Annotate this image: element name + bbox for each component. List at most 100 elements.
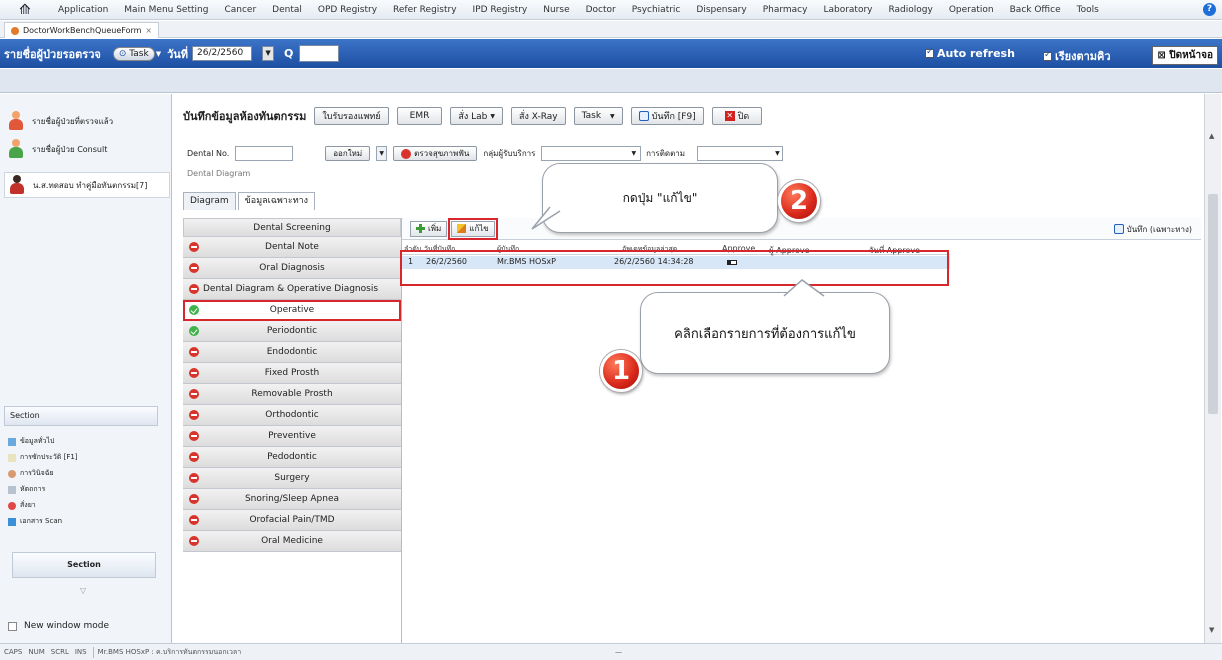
new-window-toggle[interactable]: New window mode xyxy=(8,621,109,631)
menu-opd-registry[interactable]: OPD Registry xyxy=(310,5,385,15)
screen-item-oral-medicine[interactable]: Oral Medicine xyxy=(183,531,401,552)
screen-item-dental-note[interactable]: Dental Note xyxy=(183,237,401,258)
status-incomplete-icon xyxy=(189,284,199,294)
queue-title: รายชื่อผู้ป่วยรอตรวจ xyxy=(4,47,101,61)
close-screen-button[interactable]: ⊠ ปิดหน้าจอ xyxy=(1152,46,1218,65)
queue-search-input[interactable] xyxy=(299,45,340,62)
chevron-down-icon[interactable]: ▼ xyxy=(631,150,636,157)
section-button[interactable]: Section xyxy=(12,552,156,578)
screen-item-endodontic[interactable]: Endodontic xyxy=(183,342,401,363)
menu-main-menu-setting[interactable]: Main Menu Setting xyxy=(116,5,216,15)
date-dropdown-icon[interactable]: ▼ xyxy=(262,46,275,61)
save-icon xyxy=(638,111,649,121)
screen-item-preventive[interactable]: Preventive xyxy=(183,426,401,447)
new-number-dropdown-icon[interactable]: ▼ xyxy=(376,146,388,161)
edit-icon xyxy=(457,224,467,233)
medical-certificate-button[interactable]: ใบรับรองแพทย์ xyxy=(314,107,389,125)
scroll-up-icon[interactable]: ▲ xyxy=(1209,132,1214,140)
sub-toolbar xyxy=(0,69,1222,93)
save-specific-button[interactable]: บันทึก (เฉพาะทาง) xyxy=(1109,221,1197,237)
emr-button[interactable]: EMR xyxy=(396,107,443,125)
menu-bar: ⟰ Application Main Menu Setting Cancer D… xyxy=(0,0,1222,20)
menu-refer-registry[interactable]: Refer Registry xyxy=(385,5,465,15)
left-item-current-patient[interactable]: น.ส.ทดสอบ ทำคู่มือทันตกรรม[7] xyxy=(4,172,170,198)
help-icon[interactable]: ? xyxy=(1203,3,1216,16)
screen-item-operative[interactable]: Operative xyxy=(183,300,401,321)
menu-dispensary[interactable]: Dispensary xyxy=(688,5,754,15)
doc-icon xyxy=(8,437,16,446)
followup-select[interactable] xyxy=(697,146,784,161)
order-lab-button[interactable]: สั่ง Lab ▼ xyxy=(450,107,503,125)
screen-item-surgery[interactable]: Surgery xyxy=(183,468,401,489)
auto-refresh-toggle[interactable]: Auto refresh xyxy=(925,47,1015,60)
screen-item-oral-diagnosis[interactable]: Oral Diagnosis xyxy=(183,258,401,279)
menu-dental[interactable]: Dental xyxy=(264,5,310,15)
menu-application[interactable]: Application xyxy=(50,5,116,15)
vertical-scrollbar[interactable]: ▲ ▼ xyxy=(1204,94,1221,643)
sort-queue-toggle[interactable]: เรียงตามคิว xyxy=(1043,47,1111,65)
scan-icon xyxy=(8,517,16,526)
add-button[interactable]: เพิ่ม xyxy=(410,220,448,237)
screen-item-removable-prosth[interactable]: Removable Prosth xyxy=(183,384,401,405)
tab-doctor-workbench[interactable]: DoctorWorkBenchQueueForm × xyxy=(4,22,160,38)
menu-back-office[interactable]: Back Office xyxy=(1002,5,1069,15)
screen-item-snoring[interactable]: Snoring/Sleep Apnea xyxy=(183,489,401,510)
screen-item-periodontic[interactable]: Periodontic xyxy=(183,321,401,342)
menu-doctor[interactable]: Doctor xyxy=(578,5,624,15)
section-item-diagnosis[interactable]: การวินิจฉัย xyxy=(8,468,54,479)
sort-queue-checkbox[interactable] xyxy=(1043,50,1052,61)
tab-diagram[interactable]: Diagram xyxy=(183,192,236,210)
auto-refresh-checkbox[interactable] xyxy=(925,47,934,58)
tab-specific-info[interactable]: ข้อมูลเฉพาะทาง xyxy=(237,192,316,210)
status-extra: — xyxy=(615,648,622,656)
chevron-down-icon: ▼ xyxy=(610,112,615,120)
oral-health-check-button[interactable]: ตรวจสุขภาพฟัน xyxy=(393,146,478,161)
status-incomplete-icon xyxy=(189,515,199,525)
status-incomplete-icon xyxy=(189,452,199,462)
female-patient-icon xyxy=(9,175,25,195)
new-number-button[interactable]: ออกใหม่ xyxy=(325,146,371,161)
section-item-history[interactable]: การซักประวัติ [F1] xyxy=(8,452,78,463)
edit-button[interactable]: แก้ไข xyxy=(448,217,498,240)
section-item-medication[interactable]: สั่งยา xyxy=(8,500,36,511)
order-xray-button[interactable]: สั่ง X-Ray xyxy=(510,107,566,125)
status-incomplete-icon xyxy=(189,347,199,357)
menu-pharmacy[interactable]: Pharmacy xyxy=(755,5,816,15)
left-item-examined-patients[interactable]: รายชื่อผู้ป่วยที่ตรวจแล้ว xyxy=(8,108,166,134)
save-button[interactable]: บันทึก [F9] xyxy=(630,107,704,125)
screen-item-fixed-prosth[interactable]: Fixed Prosth xyxy=(183,363,401,384)
status-incomplete-icon xyxy=(189,368,199,378)
menu-psychiatric[interactable]: Psychiatric xyxy=(624,5,689,15)
menu-nurse[interactable]: Nurse xyxy=(535,5,577,15)
screen-item-pedodontic[interactable]: Pedodontic xyxy=(183,447,401,468)
section-header: Section xyxy=(4,406,158,426)
screen-item-orofacial-pain[interactable]: Orofacial Pain/TMD xyxy=(183,510,401,531)
screen-item-orthodontic[interactable]: Orthodontic xyxy=(183,405,401,426)
task-button[interactable]: ⊙ Task xyxy=(112,46,155,61)
scroll-thumb[interactable] xyxy=(1208,194,1218,414)
screening-header[interactable]: Dental Screening xyxy=(183,218,401,237)
close-button[interactable]: ✕ ปิด xyxy=(711,107,763,125)
menu-tools[interactable]: Tools xyxy=(1069,5,1107,15)
menu-laboratory[interactable]: Laboratory xyxy=(815,5,880,15)
task-menu-button[interactable]: Task ▼ xyxy=(573,107,623,125)
section-item-scan[interactable]: เอกสาร Scan xyxy=(8,516,62,527)
menu-operation[interactable]: Operation xyxy=(941,5,1002,15)
dental-no-input[interactable] xyxy=(235,146,294,161)
menu-ipd-registry[interactable]: IPD Registry xyxy=(465,5,536,15)
left-item-consult-patients[interactable]: รายชื่อผู้ป่วย Consult xyxy=(8,136,166,162)
screen-item-dental-diagram[interactable]: Dental Diagram & Operative Diagnosis xyxy=(183,279,401,300)
scroll-down-icon[interactable]: ▼ xyxy=(1209,626,1214,634)
date-input[interactable]: 26/2/2560 xyxy=(192,46,253,61)
new-window-checkbox[interactable] xyxy=(8,621,17,631)
close-icon[interactable]: × xyxy=(145,26,152,35)
service-group-select[interactable] xyxy=(541,146,642,161)
menu-cancer[interactable]: Cancer xyxy=(216,5,264,15)
section-item-procedure[interactable]: หัตถการ xyxy=(8,484,45,495)
section-item-general[interactable]: ข้อมูลทั่วไป xyxy=(8,436,54,447)
chevron-down-icon[interactable]: ▼ xyxy=(775,150,780,157)
menu-radiology[interactable]: Radiology xyxy=(880,5,940,15)
task-dropdown-icon[interactable]: ▼ xyxy=(156,50,161,58)
chevron-down-icon[interactable]: ▽ xyxy=(80,586,86,595)
status-bar: CAPS NUM SCRL INS Mr.BMS HOSxP : ค.บริกา… xyxy=(0,643,1222,660)
